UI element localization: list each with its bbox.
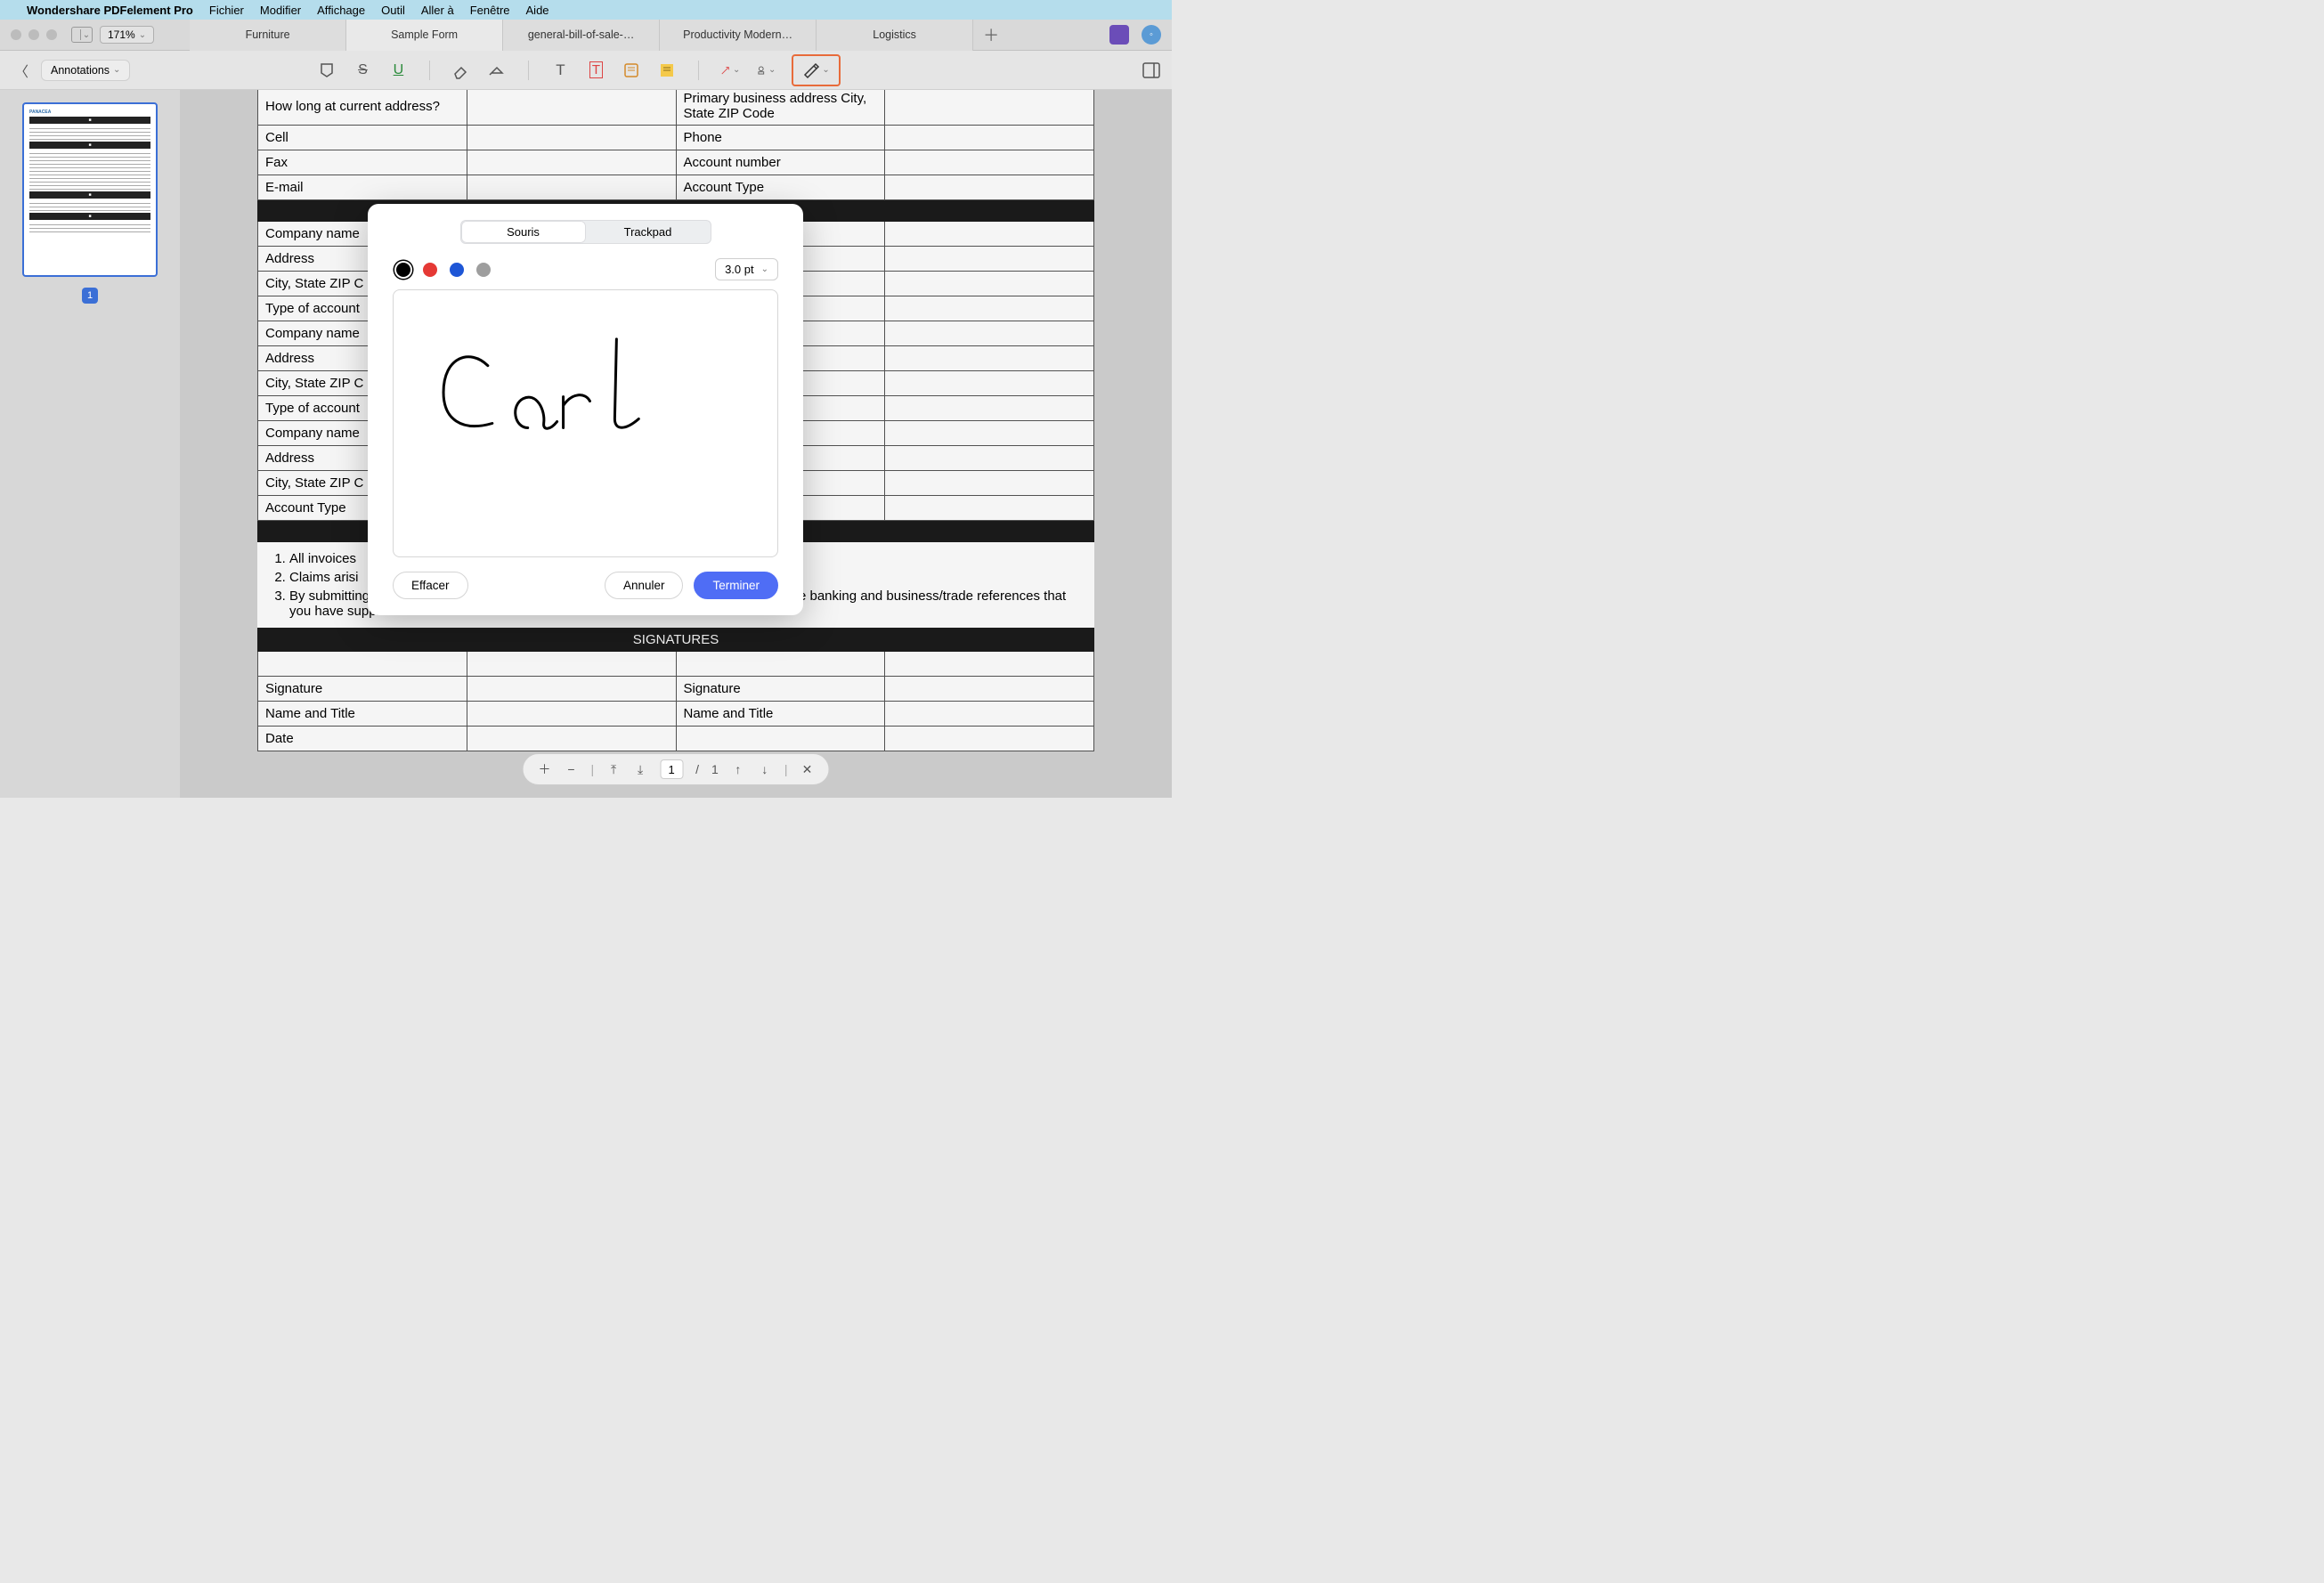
page-thumbnail[interactable]: PANACEA ■ ■ ■ ■ [22, 102, 158, 277]
menu-help[interactable]: Aide [526, 4, 549, 17]
signature-canvas[interactable] [393, 289, 778, 557]
panel-toggle-icon[interactable] [1142, 61, 1161, 80]
close-window-button[interactable] [11, 29, 21, 40]
user-avatar-icon[interactable]: ◦ [1142, 25, 1161, 45]
color-black[interactable] [396, 263, 410, 277]
signature-modal: Souris Trackpad 3.0 pt⌄ Effacer Annuler … [368, 204, 803, 615]
form-label: Account number [676, 150, 885, 175]
prev-page-button[interactable]: ↑ [731, 762, 745, 776]
clear-signature-button[interactable]: Effacer [393, 572, 468, 599]
form-label: Name and Title [676, 702, 885, 727]
done-button[interactable]: Terminer [694, 572, 778, 599]
current-page-input[interactable] [660, 759, 683, 779]
sidebar-toggle-icon[interactable]: ⌄ [71, 27, 93, 43]
form-label: Account Type [676, 175, 885, 200]
form-label: Signature [676, 677, 885, 702]
sticky-note-tool-icon[interactable] [657, 61, 677, 80]
menu-file[interactable]: Fichier [209, 4, 244, 17]
traffic-lights [0, 29, 57, 40]
new-tab-button[interactable]: ＋ [973, 20, 1009, 51]
menu-edit[interactable]: Modifier [260, 4, 301, 17]
text-box-tool-icon[interactable]: T [586, 61, 605, 80]
form-label: How long at current address? [258, 90, 467, 126]
zoom-out-button[interactable]: − [565, 762, 579, 776]
tab-furniture[interactable]: Furniture [190, 20, 346, 51]
text-tool-icon[interactable]: T [550, 61, 570, 80]
minimize-window-button[interactable] [28, 29, 39, 40]
highlight-tool-icon[interactable] [317, 61, 337, 80]
window-chrome: ⌄ 171%⌄ Furniture Sample Form general-bi… [0, 20, 1172, 51]
menu-window[interactable]: Fenêtre [470, 4, 510, 17]
thumbnail-sidebar: PANACEA ■ ■ ■ ■ 1 [0, 90, 180, 798]
tab-mouse[interactable]: Souris [461, 221, 586, 243]
annotations-toolbar: 〈 Annotations⌄ S U T T ⌄ ⌄ ⌄ [0, 51, 1172, 90]
input-method-segmented: Souris Trackpad [460, 220, 711, 244]
page-separator: / [695, 762, 699, 776]
thumb-doc-title: PANACEA [29, 110, 150, 115]
thickness-selector[interactable]: 3.0 pt⌄ [715, 258, 778, 280]
stamp-tool-icon[interactable]: ⌄ [756, 61, 776, 80]
form-label: E-mail [258, 175, 467, 200]
color-swatches [393, 263, 491, 277]
menu-tool[interactable]: Outil [381, 4, 405, 17]
mode-selector[interactable]: Annotations⌄ [41, 60, 130, 81]
back-button[interactable]: 〈 [11, 60, 32, 81]
tab-bill-of-sale[interactable]: general-bill-of-sale-… [503, 20, 660, 51]
form-label: Primary business address City, State ZIP… [676, 90, 885, 126]
mode-label: Annotations [51, 64, 110, 77]
system-menubar: Wondershare PDFelement Pro Fichier Modif… [0, 0, 1172, 20]
cancel-button[interactable]: Annuler [605, 572, 684, 599]
form-label: Name and Title [258, 702, 467, 727]
document-tabs: Furniture Sample Form general-bill-of-sa… [190, 20, 1109, 51]
form-label: Signature [258, 677, 467, 702]
next-page-button[interactable]: ↓ [758, 762, 772, 776]
form-label: Fax [258, 150, 467, 175]
page-navigator: ＋ − | ⤒ ⤓ / 1 ↑ ↓ | ✕ [523, 753, 830, 785]
note-tool-icon[interactable] [622, 61, 641, 80]
zoom-window-button[interactable] [46, 29, 57, 40]
zoom-value: 171% [108, 28, 135, 41]
last-page-button[interactable]: ⤓ [633, 762, 647, 777]
signatures-header: SIGNATURES [258, 629, 1094, 652]
tab-productivity[interactable]: Productivity Modern… [660, 20, 817, 51]
eraser-tool-icon[interactable] [451, 61, 471, 80]
color-blue[interactable] [450, 263, 464, 277]
tab-trackpad[interactable]: Trackpad [586, 221, 711, 243]
tab-sample-form[interactable]: Sample Form [346, 20, 503, 51]
zoom-level[interactable]: 171%⌄ [100, 26, 154, 44]
first-page-button[interactable]: ⤒ [606, 762, 621, 777]
zoom-in-button[interactable]: ＋ [538, 760, 552, 778]
color-red[interactable] [423, 263, 437, 277]
signature-tool-icon[interactable]: ⌄ [792, 54, 840, 86]
strikethrough-tool-icon[interactable]: S [353, 61, 372, 80]
form-label: Cell [258, 126, 467, 150]
tab-logistics[interactable]: Logistics [817, 20, 973, 51]
thickness-value: 3.0 pt [725, 263, 754, 276]
form-label: Date [258, 727, 467, 751]
app-name[interactable]: Wondershare PDFelement Pro [27, 4, 193, 17]
total-pages: 1 [711, 762, 719, 776]
menu-view[interactable]: Affichage [317, 4, 365, 17]
underline-tool-icon[interactable]: U [388, 61, 408, 80]
eraser-area-tool-icon[interactable] [487, 61, 507, 80]
app-logo-icon[interactable] [1109, 25, 1129, 45]
arrow-tool-icon[interactable]: ⌄ [720, 61, 740, 80]
close-nav-button[interactable]: ✕ [800, 762, 814, 777]
thumbnail-page-number: 1 [82, 288, 98, 304]
color-gray[interactable] [476, 263, 491, 277]
menu-goto[interactable]: Aller à [421, 4, 454, 17]
form-label: Phone [676, 126, 885, 150]
